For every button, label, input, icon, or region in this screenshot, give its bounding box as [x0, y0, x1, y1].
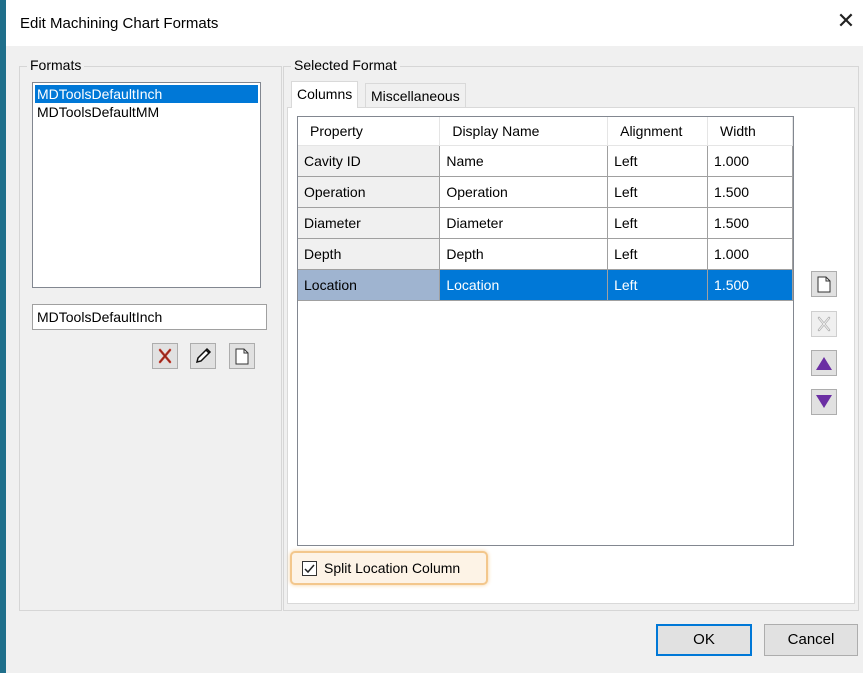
cell-property[interactable]: Depth — [298, 238, 441, 270]
table-row[interactable]: Cavity ID Name Left 1.000 — [298, 145, 793, 177]
delete-icon — [817, 316, 831, 332]
columns-grid[interactable]: Property Display Name Alignment Width Ca… — [297, 116, 794, 546]
cell-alignment[interactable]: Left — [607, 176, 709, 208]
cell-alignment[interactable]: Left — [607, 207, 709, 239]
selected-format-group-label: Selected Format — [291, 57, 400, 73]
table-row[interactable]: Operation Operation Left 1.500 — [298, 176, 793, 208]
move-down-icon — [816, 395, 832, 408]
split-location-checkbox-label[interactable]: Split Location Column — [324, 560, 460, 576]
cell-width[interactable]: 1.000 — [707, 145, 793, 177]
new-document-icon — [235, 348, 249, 364]
cell-display-name[interactable]: Location — [439, 269, 609, 301]
table-header-row: Property Display Name Alignment Width — [298, 117, 793, 146]
cell-width[interactable]: 1.000 — [707, 238, 793, 270]
cell-width[interactable]: 1.500 — [707, 207, 793, 239]
formats-list[interactable]: MDToolsDefaultInch MDToolsDefaultMM — [32, 82, 261, 288]
cell-display-name[interactable]: Depth — [439, 238, 609, 270]
cell-alignment[interactable]: Left — [607, 145, 709, 177]
column-header-display-name[interactable]: Display Name — [439, 117, 609, 146]
formats-group-label: Formats — [27, 57, 85, 73]
cell-alignment[interactable]: Left — [607, 238, 709, 270]
split-location-checkbox-highlight[interactable]: Split Location Column — [290, 551, 488, 585]
formats-list-item[interactable]: MDToolsDefaultMM — [33, 103, 260, 121]
cell-width[interactable]: 1.500 — [707, 269, 793, 301]
delete-column-button[interactable] — [811, 311, 837, 337]
column-header-width[interactable]: Width — [707, 117, 793, 146]
cell-property[interactable]: Location — [298, 269, 441, 301]
edit-pencil-icon — [195, 347, 212, 364]
cancel-button[interactable]: Cancel — [764, 624, 858, 656]
cell-display-name[interactable]: Diameter — [439, 207, 609, 239]
cell-display-name[interactable]: Name — [439, 145, 609, 177]
cell-property[interactable]: Cavity ID — [298, 145, 441, 177]
table-row[interactable]: Depth Depth Left 1.000 — [298, 238, 793, 270]
formats-list-item[interactable]: MDToolsDefaultInch — [35, 85, 258, 103]
edit-machining-chart-formats-dialog: Edit Machining Chart Formats ✕ Formats M… — [6, 0, 863, 673]
cell-display-name[interactable]: Operation — [439, 176, 609, 208]
window-title: Edit Machining Chart Formats — [20, 15, 219, 32]
new-document-icon — [817, 276, 831, 292]
move-up-button[interactable] — [811, 350, 837, 376]
columns-table: Property Display Name Alignment Width Ca… — [298, 117, 793, 301]
checkmark-icon — [304, 564, 315, 574]
title-bar: Edit Machining Chart Formats ✕ — [6, 0, 863, 46]
new-format-button[interactable] — [229, 343, 255, 369]
cell-property[interactable]: Operation — [298, 176, 441, 208]
format-name-input[interactable] — [32, 304, 267, 330]
cell-property[interactable]: Diameter — [298, 207, 441, 239]
delete-icon — [158, 348, 172, 364]
cell-alignment[interactable]: Left — [607, 269, 709, 301]
edit-format-button[interactable] — [190, 343, 216, 369]
tab-miscellaneous[interactable]: Miscellaneous — [365, 83, 466, 107]
split-location-checkbox[interactable] — [302, 561, 317, 576]
table-row[interactable]: Diameter Diameter Left 1.500 — [298, 207, 793, 239]
move-down-button[interactable] — [811, 389, 837, 415]
cell-width[interactable]: 1.500 — [707, 176, 793, 208]
move-up-icon — [816, 357, 832, 370]
ok-button[interactable]: OK — [656, 624, 752, 656]
column-header-alignment[interactable]: Alignment — [607, 117, 709, 146]
table-row-selected[interactable]: Location Location Left 1.500 — [298, 269, 793, 301]
column-header-property[interactable]: Property — [298, 117, 441, 146]
add-column-button[interactable] — [811, 271, 837, 297]
close-icon[interactable]: ✕ — [835, 10, 857, 32]
tab-columns[interactable]: Columns — [291, 81, 359, 108]
delete-format-button[interactable] — [152, 343, 178, 369]
